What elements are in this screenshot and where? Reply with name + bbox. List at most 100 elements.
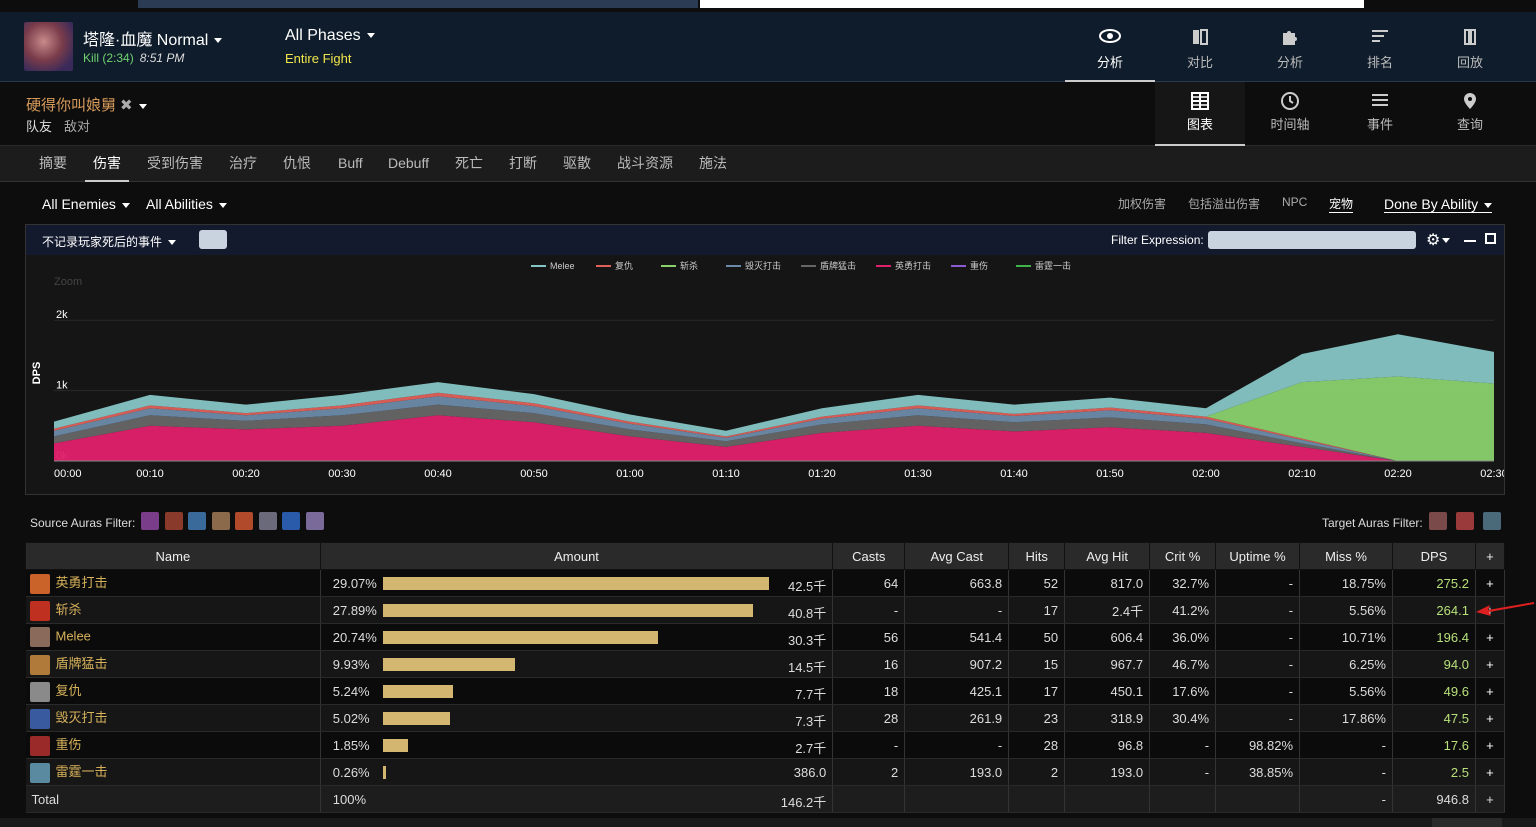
close-icon[interactable]: ✖	[120, 97, 133, 114]
ability-name-cell[interactable]: Melee	[25, 623, 321, 651]
tab-summary[interactable]: 摘要	[39, 146, 67, 182]
pets-toggle[interactable]: 宠物	[1329, 195, 1354, 213]
aura-t3-icon[interactable]	[1483, 512, 1501, 530]
aura-4-icon[interactable]	[211, 512, 230, 530]
tab-interrupts[interactable]: 打断	[509, 146, 537, 182]
phase-selector[interactable]: All Phases	[285, 27, 375, 45]
tab-damage[interactable]: 伤害	[85, 146, 129, 182]
col-uptime[interactable]: Uptime %	[1215, 542, 1301, 570]
ability-name-cell[interactable]: 斩杀	[25, 596, 321, 624]
tab-casts[interactable]: 施法	[699, 146, 727, 182]
expand-button[interactable]: +	[1475, 677, 1506, 705]
death-filter-dropdown[interactable]: 不记录玩家死后的事件	[42, 233, 177, 250]
dps-cell: 49.6	[1392, 677, 1476, 705]
weighted-damage-toggle[interactable]: 加权伤害	[1118, 195, 1166, 212]
ally-link[interactable]: 队友	[26, 119, 52, 134]
expand-button[interactable]: +	[1475, 758, 1506, 786]
ability-name-cell[interactable]: 重伤	[25, 731, 321, 759]
total-label: Total	[25, 785, 321, 813]
y-tick-label: 2k	[56, 309, 68, 321]
boss-selector[interactable]: 塔隆·血魔 Normal	[83, 26, 223, 50]
table-row[interactable]: 斩杀27.89%40.8千--172.4千41.2%-5.56%264.1+	[25, 596, 1506, 624]
enemies-dropdown[interactable]: All Enemies	[42, 196, 130, 212]
chart-toggle-button[interactable]	[199, 230, 227, 249]
tab-resources[interactable]: 战斗资源	[617, 146, 673, 182]
nav-rankings[interactable]: 排名	[1335, 12, 1425, 82]
nav-analyze-2[interactable]: 分析	[1245, 12, 1335, 82]
aura-1-icon[interactable]	[141, 512, 159, 530]
table-row[interactable]: 重伤 1.85% 2.7千 - -28 96.8-98.82% -17.6 +	[25, 731, 1506, 759]
col-crit[interactable]: Crit %	[1149, 542, 1217, 570]
tab-healing[interactable]: 治疗	[229, 146, 257, 182]
dps-cell: 94.0	[1392, 650, 1476, 678]
table-row[interactable]: 毁灭打击 5.02% 7.3千 28 261.9 23 318.9 30.4% -17.86% 4…	[25, 704, 1506, 732]
aura-7-icon[interactable]	[282, 512, 300, 530]
col-amount[interactable]: Amount	[319, 542, 834, 570]
player-selector[interactable]: 硬得你叫娘舅 ✖	[26, 94, 147, 115]
view-charts[interactable]: 图表	[1155, 82, 1245, 146]
col-casts[interactable]: Casts	[832, 542, 906, 570]
npc-toggle[interactable]: NPC	[1282, 195, 1307, 209]
x-tick-label: 01:50	[1096, 468, 1124, 480]
table-row[interactable]: 复仇 5.24% 7.7千 18 425.1 17 450.1 17.6% -5.56% 49.6…	[25, 677, 1506, 705]
aura-2-icon[interactable]	[164, 512, 183, 530]
col-dps[interactable]: DPS	[1391, 542, 1476, 570]
tab-damage-taken[interactable]: 受到伤害	[147, 146, 203, 182]
view-timeline[interactable]: 时间轴	[1245, 82, 1335, 146]
col-avg-cast[interactable]: Avg Cast	[904, 542, 1010, 570]
aura-t2-icon[interactable]	[1456, 512, 1474, 530]
enemy-link[interactable]: 敌对	[64, 119, 90, 134]
dps-cell: 47.5	[1392, 704, 1476, 732]
col-hits[interactable]: Hits	[1008, 542, 1066, 570]
overkill-toggle[interactable]: 包括溢出伤害	[1188, 195, 1260, 212]
casts-cell: 16	[832, 650, 906, 678]
miss-cell: -	[1299, 731, 1393, 759]
view-query[interactable]: 查询	[1425, 82, 1515, 146]
tab-threat[interactable]: 仇恨	[283, 146, 311, 182]
aura-t1-icon[interactable]	[1429, 512, 1447, 530]
tab-dispels[interactable]: 驱散	[563, 146, 591, 182]
table-row[interactable]: 英勇打击 29.07% 42.5千 64 663.8 52 817.0 32.7% -18.75…	[25, 569, 1506, 597]
tab-debuff[interactable]: Debuff	[388, 146, 429, 182]
table-row[interactable]: Melee 20.74% 30.3千 56 541.4 50 606.4 36.0% -10.7…	[25, 623, 1506, 651]
tab-buff[interactable]: Buff	[338, 146, 363, 182]
expand-button[interactable]: +	[1475, 731, 1506, 759]
ability-name-cell[interactable]: 盾牌猛击	[25, 650, 321, 678]
col-avg-hit[interactable]: Avg Hit	[1064, 542, 1151, 570]
tab-deaths[interactable]: 死亡	[455, 146, 483, 182]
aura-5-icon[interactable]	[235, 512, 253, 530]
ability-name-cell[interactable]: 雷霆一击	[25, 758, 321, 786]
nav-analyze[interactable]: 分析	[1065, 12, 1155, 82]
expand-button[interactable]: +	[1475, 569, 1506, 597]
ability-name-cell[interactable]: 毁灭打击	[25, 704, 321, 732]
amount-percent: 5.24%	[332, 684, 370, 699]
aura-3-icon[interactable]	[188, 512, 206, 530]
expand-button[interactable]: +	[1475, 623, 1506, 651]
gear-icon[interactable]: ⚙	[1426, 230, 1451, 250]
expand-button[interactable]: +	[1475, 704, 1506, 732]
view-events[interactable]: 事件	[1335, 82, 1425, 146]
table-row[interactable]: 雷霆一击 0.26% 386.0 2 193.0 2 193.0-38.85% -2.5 +	[25, 758, 1506, 786]
aura-6-icon[interactable]	[258, 512, 277, 530]
done-by-dropdown[interactable]: Done By Ability	[1384, 196, 1493, 213]
col-miss[interactable]: Miss %	[1299, 542, 1393, 570]
chevron-down-icon	[218, 202, 227, 208]
ability-name-cell[interactable]: 复仇	[25, 677, 321, 705]
maximize-icon[interactable]	[1485, 233, 1496, 244]
col-name[interactable]: Name	[25, 542, 321, 570]
expand-button[interactable]: +	[1475, 785, 1506, 813]
abilities-dropdown[interactable]: All Abilities	[146, 196, 227, 212]
nav-compare[interactable]: 对比	[1155, 12, 1245, 82]
col-add[interactable]: +	[1474, 542, 1506, 570]
aura-8-icon[interactable]	[305, 512, 324, 530]
ability-name-cell[interactable]: 英勇打击	[25, 569, 321, 597]
filter-expression-input[interactable]	[1208, 231, 1416, 249]
minimize-icon[interactable]	[1464, 240, 1476, 242]
clock-icon	[1245, 92, 1335, 112]
expand-button[interactable]: +	[1475, 650, 1506, 678]
boss-avatar[interactable]	[24, 22, 73, 71]
dps-chart[interactable]: 0k1k2kZoomDPS00:0000:1000:2000:3000:4000…	[26, 255, 1504, 495]
table-row[interactable]: 盾牌猛击 9.93% 14.5千 16 907.2 15 967.7 46.7% -6.25% 9…	[25, 650, 1506, 678]
nav-replay[interactable]: 回放	[1425, 12, 1515, 82]
ability-icon	[29, 600, 50, 621]
